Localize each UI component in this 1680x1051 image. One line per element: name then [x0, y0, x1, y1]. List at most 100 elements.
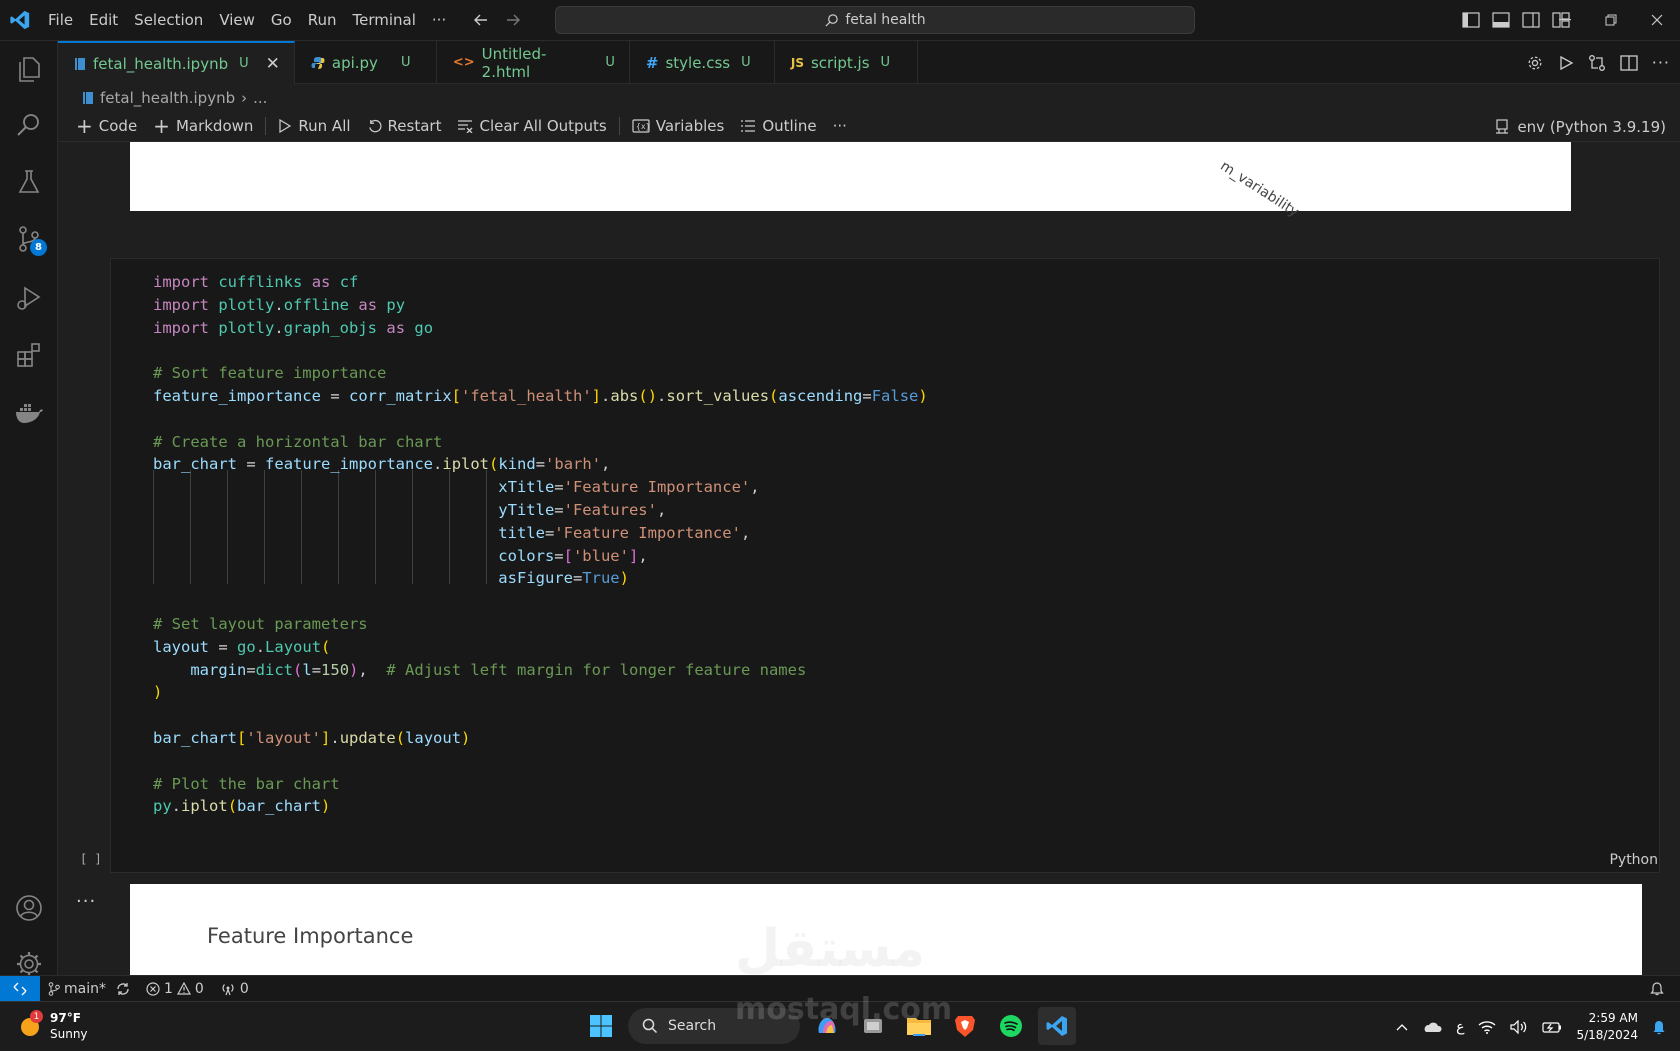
- run-all-button[interactable]: Run All: [270, 117, 358, 135]
- run-debug-icon[interactable]: [9, 278, 49, 318]
- close-window-button[interactable]: [1634, 0, 1680, 40]
- open-changes-icon[interactable]: [1588, 54, 1606, 72]
- tab-style-css[interactable]: # style.css U: [630, 41, 775, 84]
- ports-count: 0: [239, 980, 249, 997]
- search-view-icon[interactable]: [9, 105, 49, 145]
- weather-badge: 1: [30, 1010, 43, 1023]
- extensions-icon[interactable]: [9, 335, 49, 375]
- tab-untitled-2-html[interactable]: <> Untitled-2.html U: [437, 41, 630, 84]
- notebook-icon: [74, 57, 86, 71]
- tab-label: fetal_health.ipynb: [93, 54, 229, 73]
- wifi-icon[interactable]: [1478, 1020, 1496, 1034]
- menu-terminal[interactable]: Terminal: [345, 0, 424, 41]
- menu-run[interactable]: Run: [300, 0, 345, 41]
- toggle-secondary-sidebar-icon[interactable]: [1522, 12, 1540, 28]
- menu-go[interactable]: Go: [263, 0, 300, 41]
- chart-title: Feature Importance: [207, 924, 414, 948]
- restart-label: Restart: [387, 117, 442, 135]
- accounts-icon[interactable]: [9, 888, 49, 928]
- warning-icon: [176, 982, 191, 995]
- outline-button[interactable]: Outline: [732, 117, 824, 135]
- branch-status[interactable]: main*: [40, 981, 138, 997]
- clear-all-icon: [457, 119, 473, 133]
- execution-count[interactable]: [ ]: [80, 852, 102, 866]
- windows-start-icon[interactable]: [582, 1007, 620, 1045]
- spotify-icon[interactable]: [992, 1007, 1030, 1045]
- system-clock[interactable]: 2:59 AM 5/18/2024: [1576, 1010, 1638, 1044]
- breadcrumb-more[interactable]: ...: [253, 89, 267, 107]
- notebook-settings-gear-icon[interactable]: [1526, 54, 1544, 72]
- tab-fetal-health-ipynb[interactable]: fetal_health.ipynb U ✕: [58, 41, 295, 84]
- onedrive-cloud-icon[interactable]: [1422, 1021, 1442, 1033]
- input-language[interactable]: ع: [1456, 1019, 1464, 1035]
- code-cell[interactable]: import cufflinks as cf import plotly.off…: [110, 258, 1660, 873]
- error-icon: [146, 981, 160, 996]
- watermark-sub: mostaql.com: [735, 992, 953, 1027]
- menu-selection[interactable]: Selection: [126, 0, 211, 41]
- command-center-search[interactable]: fetal health: [555, 6, 1195, 34]
- notification-bell-icon[interactable]: [1652, 1019, 1666, 1035]
- chevron-right-icon: ›: [241, 88, 248, 107]
- warning-count: 0: [194, 980, 204, 997]
- clear-all-outputs-button[interactable]: Clear All Outputs: [449, 117, 614, 135]
- kernel-icon: [1495, 118, 1509, 135]
- html-icon: <>: [452, 55, 475, 70]
- run-all-label: Run All: [298, 117, 351, 135]
- variables-icon: {x}: [632, 119, 650, 133]
- tab-status: U: [239, 56, 249, 71]
- back-arrow-icon[interactable]: [472, 11, 490, 29]
- battery-icon[interactable]: [1542, 1021, 1562, 1033]
- toggle-panel-icon[interactable]: [1492, 12, 1510, 28]
- testing-flask-icon[interactable]: [9, 162, 49, 202]
- code-editor[interactable]: import cufflinks as cf import plotly.off…: [153, 271, 928, 818]
- more-actions-icon[interactable]: ···: [1652, 53, 1670, 72]
- toolbar-more-button[interactable]: ···: [825, 117, 855, 135]
- run-play-icon[interactable]: [1558, 55, 1574, 71]
- python-icon: [311, 56, 325, 70]
- variables-button[interactable]: {x} Variables: [624, 117, 733, 135]
- activity-bar: 8: [0, 41, 58, 976]
- weather-temp: 97°F: [50, 1011, 81, 1025]
- problems-status[interactable]: 1 0: [138, 981, 212, 997]
- restore-button[interactable]: [1588, 0, 1634, 40]
- close-icon[interactable]: ✕: [266, 54, 280, 74]
- toggle-primary-sidebar-icon[interactable]: [1462, 12, 1480, 28]
- breadcrumb-file[interactable]: fetal_health.ipynb: [100, 89, 235, 107]
- tab-label: style.css: [665, 53, 731, 72]
- tab-status: U: [880, 55, 891, 70]
- plus-icon: +: [153, 114, 170, 138]
- vscode-taskbar-icon[interactable]: [1038, 1007, 1076, 1045]
- add-markdown-cell-button[interactable]: + Markdown: [145, 114, 261, 138]
- sync-icon[interactable]: [116, 982, 130, 996]
- forward-arrow-icon[interactable]: [504, 11, 522, 29]
- remote-indicator-icon[interactable]: [0, 975, 40, 1002]
- menu-edit[interactable]: Edit: [81, 0, 126, 41]
- output-more-button[interactable]: ...: [76, 886, 96, 907]
- cell-language[interactable]: Python: [1609, 852, 1658, 868]
- weather-widget[interactable]: 1 97°F Sunny: [18, 1010, 88, 1042]
- minimize-button[interactable]: [1542, 0, 1588, 40]
- ports-status[interactable]: 0: [212, 981, 257, 997]
- volume-icon[interactable]: [1510, 1019, 1528, 1034]
- menu-view[interactable]: View: [211, 0, 263, 41]
- restart-button[interactable]: Restart: [359, 117, 450, 135]
- clear-all-label: Clear All Outputs: [479, 117, 607, 135]
- show-hidden-icons-chevron-icon[interactable]: [1396, 1023, 1408, 1031]
- tab-api-py[interactable]: api.py U: [295, 41, 437, 84]
- source-control-icon[interactable]: 8: [9, 219, 49, 259]
- menu-file[interactable]: File: [40, 0, 81, 41]
- notifications-bell-icon[interactable]: [1650, 981, 1680, 996]
- notebook-toolbar: + Code + Markdown Run All Restart Clear Al…: [58, 111, 1680, 142]
- tab-label: Untitled-2.html: [481, 44, 547, 81]
- outline-label: Outline: [762, 117, 817, 135]
- variables-label: Variables: [655, 117, 725, 135]
- menu-more[interactable]: ···: [424, 0, 454, 41]
- split-editor-icon[interactable]: [1620, 54, 1638, 71]
- explorer-icon[interactable]: [9, 49, 49, 89]
- docker-icon[interactable]: [9, 393, 49, 433]
- taskbar-search-label: Search: [668, 1018, 717, 1034]
- add-code-cell-button[interactable]: + Code: [68, 114, 145, 138]
- tab-script-js[interactable]: JS script.js U: [775, 41, 918, 84]
- kernel-picker[interactable]: env (Python 3.9.19): [1495, 111, 1666, 142]
- notebook-icon: [82, 91, 94, 105]
